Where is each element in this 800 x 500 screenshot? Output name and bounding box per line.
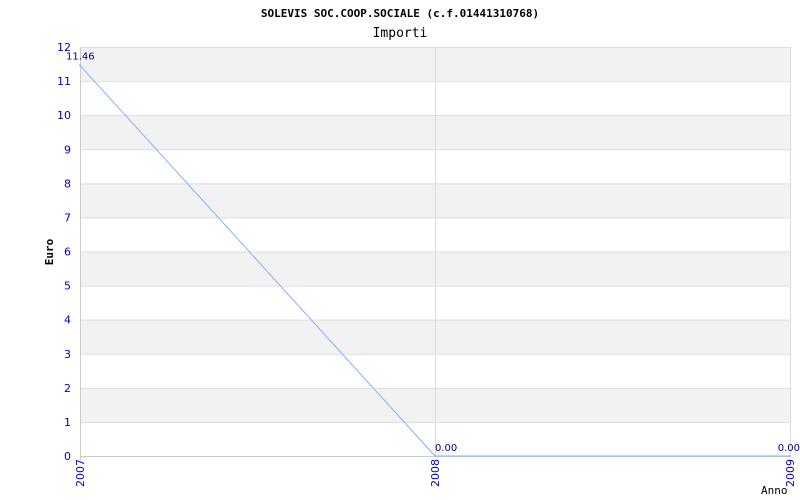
y-tick-label: 0 (64, 450, 71, 463)
y-axis-ticks: 0123456789101112 (57, 41, 71, 463)
line-chart: SOLEVIS SOC.COOP.SOCIALE (c.f.0144131076… (43, 7, 800, 497)
chart-subtitle: Importi (373, 26, 428, 41)
y-tick-label: 6 (64, 246, 71, 259)
data-label: 0.00 (435, 443, 457, 454)
y-tick-label: 10 (57, 109, 71, 122)
y-axis-title: Euro (43, 238, 56, 265)
x-axis-ticks: 2007 2008 2009 (74, 459, 797, 487)
y-tick-label: 11 (57, 75, 71, 88)
data-label: 0.00 (778, 443, 800, 454)
y-tick-label: 9 (64, 143, 71, 156)
data-point (79, 64, 81, 67)
y-tick-label: 1 (64, 416, 71, 429)
y-tick-label: 7 (64, 211, 71, 224)
x-axis-title: Anno (761, 484, 788, 497)
data-point (789, 455, 791, 457)
y-tick-label: 4 (64, 314, 71, 327)
y-tick-label: 8 (64, 177, 71, 190)
y-tick-label: 3 (64, 348, 71, 361)
chart-title: SOLEVIS SOC.COOP.SOCIALE (c.f.0144131076… (261, 7, 539, 20)
x-tick-label: 2009 (784, 459, 797, 487)
y-tick-label: 2 (64, 382, 71, 395)
y-tick-label: 5 (64, 280, 71, 293)
x-tick-label: 2008 (429, 459, 442, 487)
data-point (434, 455, 436, 457)
data-label: 11.46 (66, 51, 95, 62)
x-tick-label: 2007 (74, 459, 87, 487)
